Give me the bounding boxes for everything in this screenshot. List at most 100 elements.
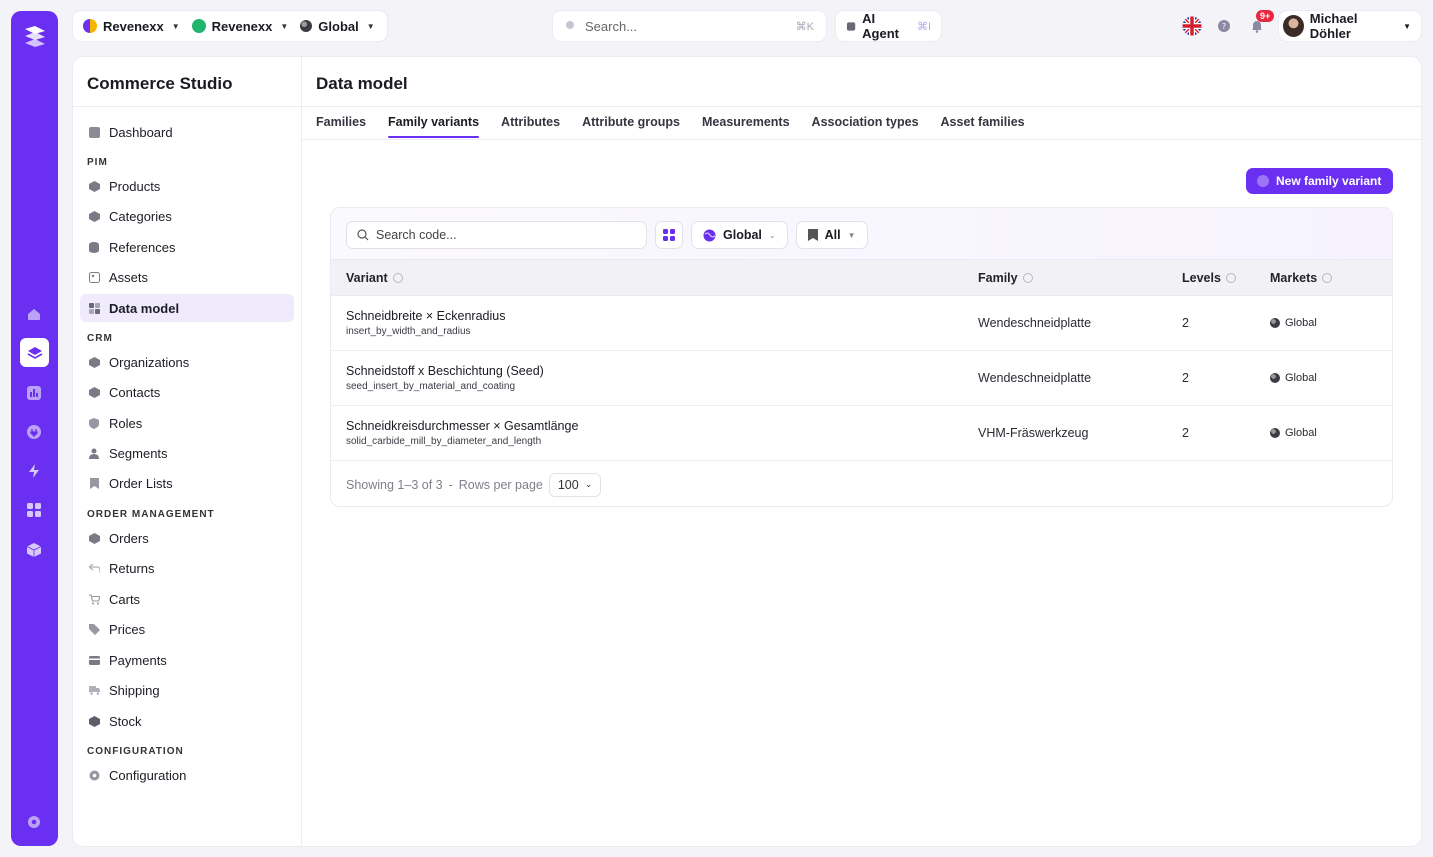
market-selector[interactable]: Global ▼	[300, 19, 386, 34]
new-family-variant-button[interactable]: New family variant	[1246, 168, 1393, 194]
column-header-variant[interactable]: Variant	[346, 271, 403, 285]
sidebar-item-configuration[interactable]: Configuration	[80, 761, 294, 789]
app-logo-icon[interactable]	[22, 23, 48, 49]
tenant-selector[interactable]: Revenexx ▼	[83, 19, 192, 34]
family-cell: Wendeschneidplatte	[978, 316, 1092, 330]
sidebar-item-carts[interactable]: Carts	[80, 585, 294, 613]
search-icon	[357, 229, 369, 241]
language-flag-icon[interactable]	[1182, 16, 1202, 36]
app-rail	[11, 11, 58, 846]
chevron-down-icon: ⌄	[584, 479, 593, 489]
chevron-down-icon: ⌄	[768, 230, 776, 240]
sidebar-item-shipping[interactable]: Shipping	[80, 676, 294, 704]
variant-code: seed_insert_by_material_and_coating	[346, 381, 516, 392]
view-toggle-button[interactable]	[655, 221, 683, 249]
tab-asset-families[interactable]: Asset families	[941, 115, 1025, 138]
tab-families[interactable]: Families	[316, 115, 366, 138]
divider	[302, 106, 1421, 107]
tab-measurements[interactable]: Measurements	[702, 115, 790, 138]
sidebar-item-roles[interactable]: Roles	[80, 409, 294, 437]
variant-name: Schneidbreite × Eckenradius	[346, 309, 506, 323]
variants-table-card: Search code... Global ⌄ All ▼ Variant Fa…	[330, 207, 1393, 507]
notifications-badge: 9+	[1256, 10, 1275, 22]
globe-icon	[703, 229, 716, 241]
sidebar-item-products[interactable]: Products	[80, 172, 294, 200]
sidebar: Commerce Studio Dashboard PIM Products C…	[73, 57, 302, 846]
sidebar-item-categories[interactable]: Categories	[80, 202, 294, 230]
sort-icon	[392, 273, 403, 283]
content-area: Data model Families Family variants Attr…	[302, 57, 1421, 846]
avatar	[1283, 15, 1304, 37]
bookmark-icon	[807, 229, 818, 241]
chart-icon[interactable]	[23, 382, 45, 404]
help-icon[interactable]: ?	[1214, 16, 1234, 36]
plug-icon[interactable]	[23, 421, 45, 443]
sidebar-item-contacts[interactable]: Contacts	[80, 378, 294, 406]
table-row[interactable]: Schneidbreite × Eckenradius insert_by_wi…	[331, 296, 1392, 351]
apps-grid-icon[interactable]	[23, 499, 45, 521]
market-filter-dropdown[interactable]: Global ⌄	[691, 221, 788, 249]
image-icon	[88, 271, 100, 283]
main-panel: Commerce Studio Dashboard PIM Products C…	[73, 57, 1421, 846]
globe-icon	[1270, 318, 1280, 328]
settings-gear-icon[interactable]	[23, 811, 45, 833]
sidebar-item-segments[interactable]: Segments	[80, 439, 294, 467]
table-row[interactable]: Schneidkreisdurchmesser × Gesamtlänge so…	[331, 406, 1392, 461]
project-selector[interactable]: Revenexx ▼	[191, 19, 301, 34]
rows-per-page-select[interactable]: 100 ⌄	[548, 472, 602, 497]
svg-text:?: ?	[1222, 22, 1226, 31]
tab-bar: Families Family variants Attributes Attr…	[316, 115, 1025, 138]
context-switcher: Revenexx ▼ Revenexx ▼ Global ▼	[73, 11, 387, 41]
column-header-family[interactable]: Family	[978, 271, 1033, 285]
ai-agent-button[interactable]: AI Agent ⌘I	[836, 11, 941, 41]
variant-code: insert_by_width_and_radius	[346, 326, 471, 337]
sidebar-item-assets[interactable]: Assets	[80, 263, 294, 291]
global-search[interactable]: Search... ⌘K	[553, 11, 826, 41]
return-arrow-icon	[88, 562, 100, 574]
search-code-input[interactable]: Search code...	[346, 221, 647, 249]
chevron-down-icon: ▼	[1403, 21, 1411, 31]
sort-icon	[1322, 273, 1333, 283]
bolt-icon[interactable]	[23, 460, 45, 482]
user-menu[interactable]: Michael Döhler ▼	[1279, 11, 1421, 41]
tab-family-variants[interactable]: Family variants	[388, 115, 480, 138]
divider	[302, 139, 1421, 140]
rows-per-page-label: Rows per page	[458, 477, 543, 492]
divider	[73, 106, 302, 107]
tab-attributes[interactable]: Attributes	[501, 115, 560, 138]
pagination-separator: -	[448, 477, 453, 492]
sidebar-item-orders[interactable]: Orders	[80, 524, 294, 552]
sidebar-item-dashboard[interactable]: Dashboard	[80, 118, 294, 146]
folder-cube-icon	[88, 210, 100, 222]
chevron-down-icon: ▼	[366, 21, 375, 31]
sidebar-item-prices[interactable]: Prices	[80, 615, 294, 643]
sidebar-item-payments[interactable]: Payments	[80, 646, 294, 674]
variant-name: Schneidkreisdurchmesser × Gesamtlänge	[346, 419, 579, 433]
tab-association-types[interactable]: Association types	[812, 115, 919, 138]
sidebar-item-returns[interactable]: Returns	[80, 554, 294, 582]
layers-icon[interactable]	[20, 338, 49, 367]
database-icon	[88, 241, 100, 253]
variant-name: Schneidstoff x Beschichtung (Seed)	[346, 364, 544, 378]
warehouse-icon	[88, 715, 100, 727]
family-cell: VHM-Fräswerkzeug	[978, 426, 1089, 440]
sidebar-item-order-lists[interactable]: Order Lists	[80, 469, 294, 497]
globe-icon	[300, 20, 313, 32]
section-label-pim: PIM	[87, 157, 108, 168]
column-header-markets[interactable]: Markets	[1270, 271, 1333, 285]
plus-icon	[1257, 175, 1269, 187]
ai-agent-icon	[846, 21, 856, 31]
column-header-levels[interactable]: Levels	[1182, 271, 1236, 285]
sidebar-item-data-model[interactable]: Data model	[80, 294, 294, 322]
project-dot-icon	[191, 19, 206, 33]
sidebar-item-references[interactable]: References	[80, 233, 294, 261]
sidebar-item-stock[interactable]: Stock	[80, 707, 294, 735]
levels-cell: 2	[1182, 316, 1189, 330]
cube-icon[interactable]	[23, 539, 45, 561]
truck-icon	[88, 684, 100, 696]
scope-filter-dropdown[interactable]: All ▼	[795, 221, 868, 249]
home-icon[interactable]	[23, 303, 45, 325]
table-row[interactable]: Schneidstoff x Beschichtung (Seed) seed_…	[331, 351, 1392, 406]
sidebar-item-organizations[interactable]: Organizations	[80, 348, 294, 376]
tab-attribute-groups[interactable]: Attribute groups	[582, 115, 680, 138]
